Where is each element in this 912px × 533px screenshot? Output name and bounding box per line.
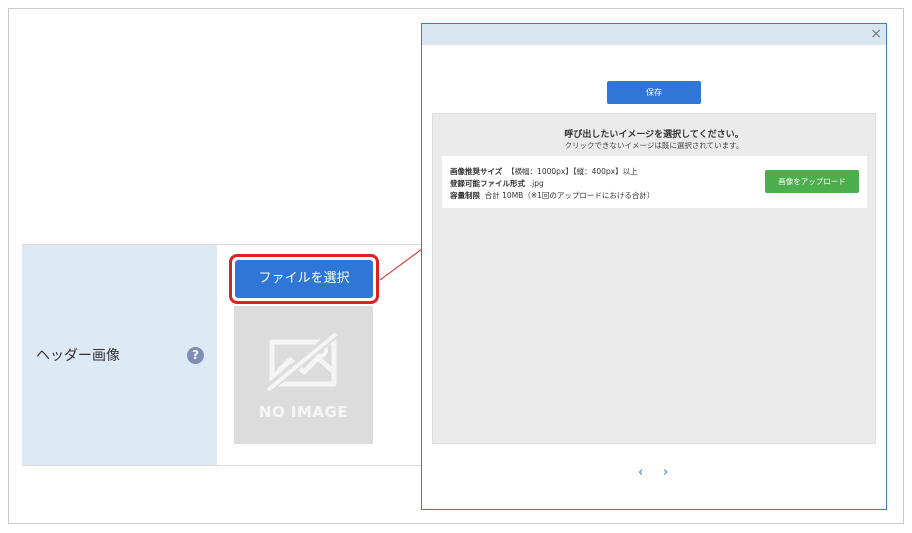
prompt-subtitle: クリックできないイメージは既に選択されています。	[564, 141, 744, 150]
info-recommended-size: 画像推奨サイズ 【横幅：1000px】【縦：400px】以上	[450, 167, 638, 176]
modal-header: ×	[422, 24, 886, 45]
upload-image-button[interactable]: 画像をアップロード	[765, 170, 859, 193]
prev-page-icon[interactable]: ‹	[638, 465, 643, 480]
image-list-area: 呼び出したいイメージを選択してください。 クリックできないイメージは既に選択され…	[432, 113, 876, 444]
image-select-modal: × 保存 呼び出したいイメージを選択してください。 クリックできないイメージは既…	[421, 23, 887, 510]
save-button[interactable]: 保存	[607, 81, 701, 104]
prompt-title: 呼び出したいイメージを選択してください。	[564, 130, 744, 140]
info-size-limit: 容量制限 合計 10MB（※1回のアップロードにおける合計）	[450, 191, 655, 200]
close-icon[interactable]: ×	[870, 26, 882, 42]
info-file-format: 登録可能ファイル形式 .jpg	[450, 179, 544, 188]
next-page-icon[interactable]: ›	[663, 465, 668, 480]
upload-info-box: 画像推奨サイズ 【横幅：1000px】【縦：400px】以上 登録可能ファイル形…	[442, 156, 867, 208]
